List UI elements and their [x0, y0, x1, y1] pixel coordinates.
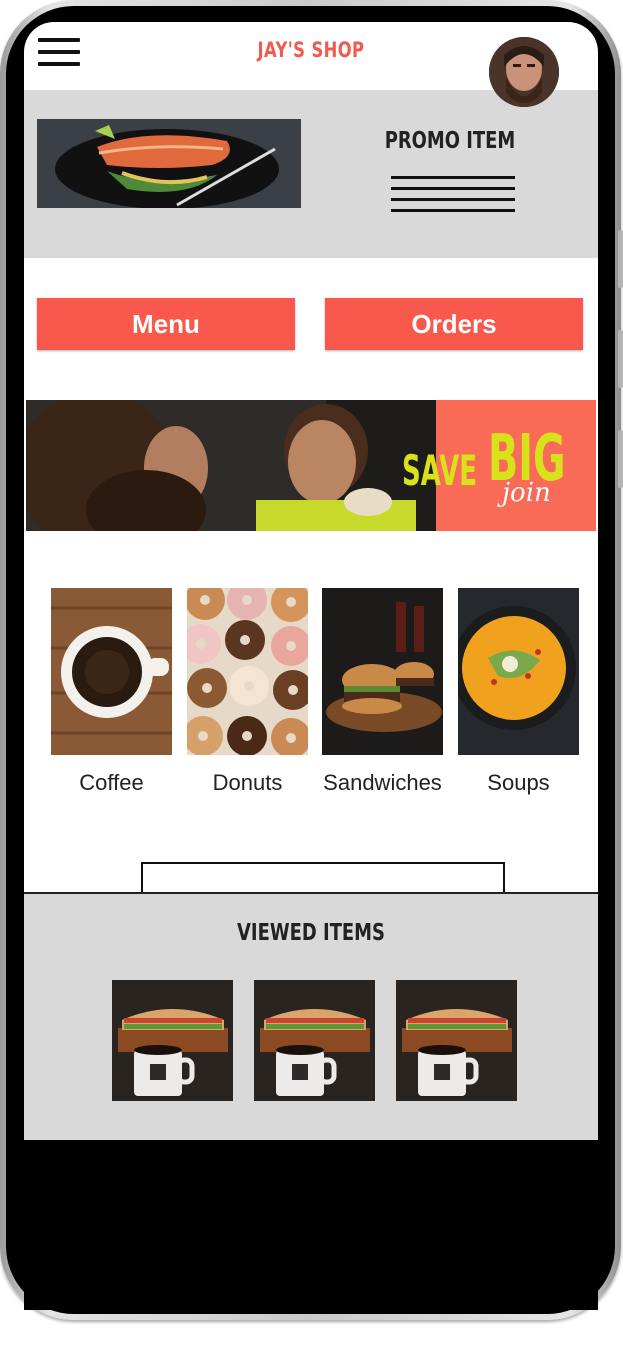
category-donuts[interactable]: Donuts	[187, 588, 308, 795]
phone-side-button-low	[618, 430, 623, 488]
viewed-item-thumb[interactable]	[254, 980, 375, 1101]
promo-panel[interactable]: PROMO ITEM	[24, 90, 598, 258]
category-soups[interactable]: Soups	[458, 588, 579, 795]
app-screen: JAY'S SHOP PROMO ITEM Menu Orders SAVE B…	[24, 22, 598, 1140]
donuts-photo	[187, 588, 308, 755]
category-coffee[interactable]: Coffee	[51, 588, 172, 795]
phone-side-button-mid	[618, 330, 623, 388]
soup-bowl-photo	[458, 588, 579, 755]
salmon-dish-photo[interactable]	[37, 119, 301, 209]
couple-eating-photo	[26, 400, 436, 531]
viewed-items-panel: VIEWED ITEMS	[24, 892, 598, 1140]
save-big-promo: SAVE BIG join	[402, 400, 596, 531]
sandwich-and-coffee-photo	[254, 980, 375, 1101]
phone-side-button-top	[618, 230, 623, 288]
avatar-face-icon	[489, 37, 559, 107]
category-label: Soups	[487, 770, 550, 795]
hamburger-menu-icon[interactable]	[38, 38, 80, 66]
banner-save-text: SAVE	[402, 446, 478, 495]
burgers-photo	[322, 588, 443, 755]
coffee-cup-photo	[51, 588, 172, 755]
menu-button[interactable]: Menu	[37, 298, 295, 350]
sandwich-and-coffee-photo	[396, 980, 517, 1101]
viewed-item-thumb[interactable]	[112, 980, 233, 1101]
banner-join-text: join	[502, 478, 551, 508]
viewed-item-thumb[interactable]	[396, 980, 517, 1101]
app-title: JAY'S SHOP	[257, 38, 365, 62]
phone-bottom-bezel	[24, 1140, 598, 1310]
viewed-items-tab[interactable]	[141, 862, 505, 896]
promo-title: PROMO ITEM	[384, 128, 516, 154]
promo-description-placeholder	[391, 176, 515, 220]
sandwich-and-coffee-photo	[112, 980, 233, 1101]
viewed-items-title: VIEWED ITEMS	[237, 920, 385, 946]
save-big-banner[interactable]: SAVE BIG join	[26, 400, 596, 531]
category-sandwiches[interactable]: Sandwiches	[322, 588, 443, 795]
user-avatar[interactable]	[489, 37, 559, 107]
orders-button[interactable]: Orders	[325, 298, 583, 350]
